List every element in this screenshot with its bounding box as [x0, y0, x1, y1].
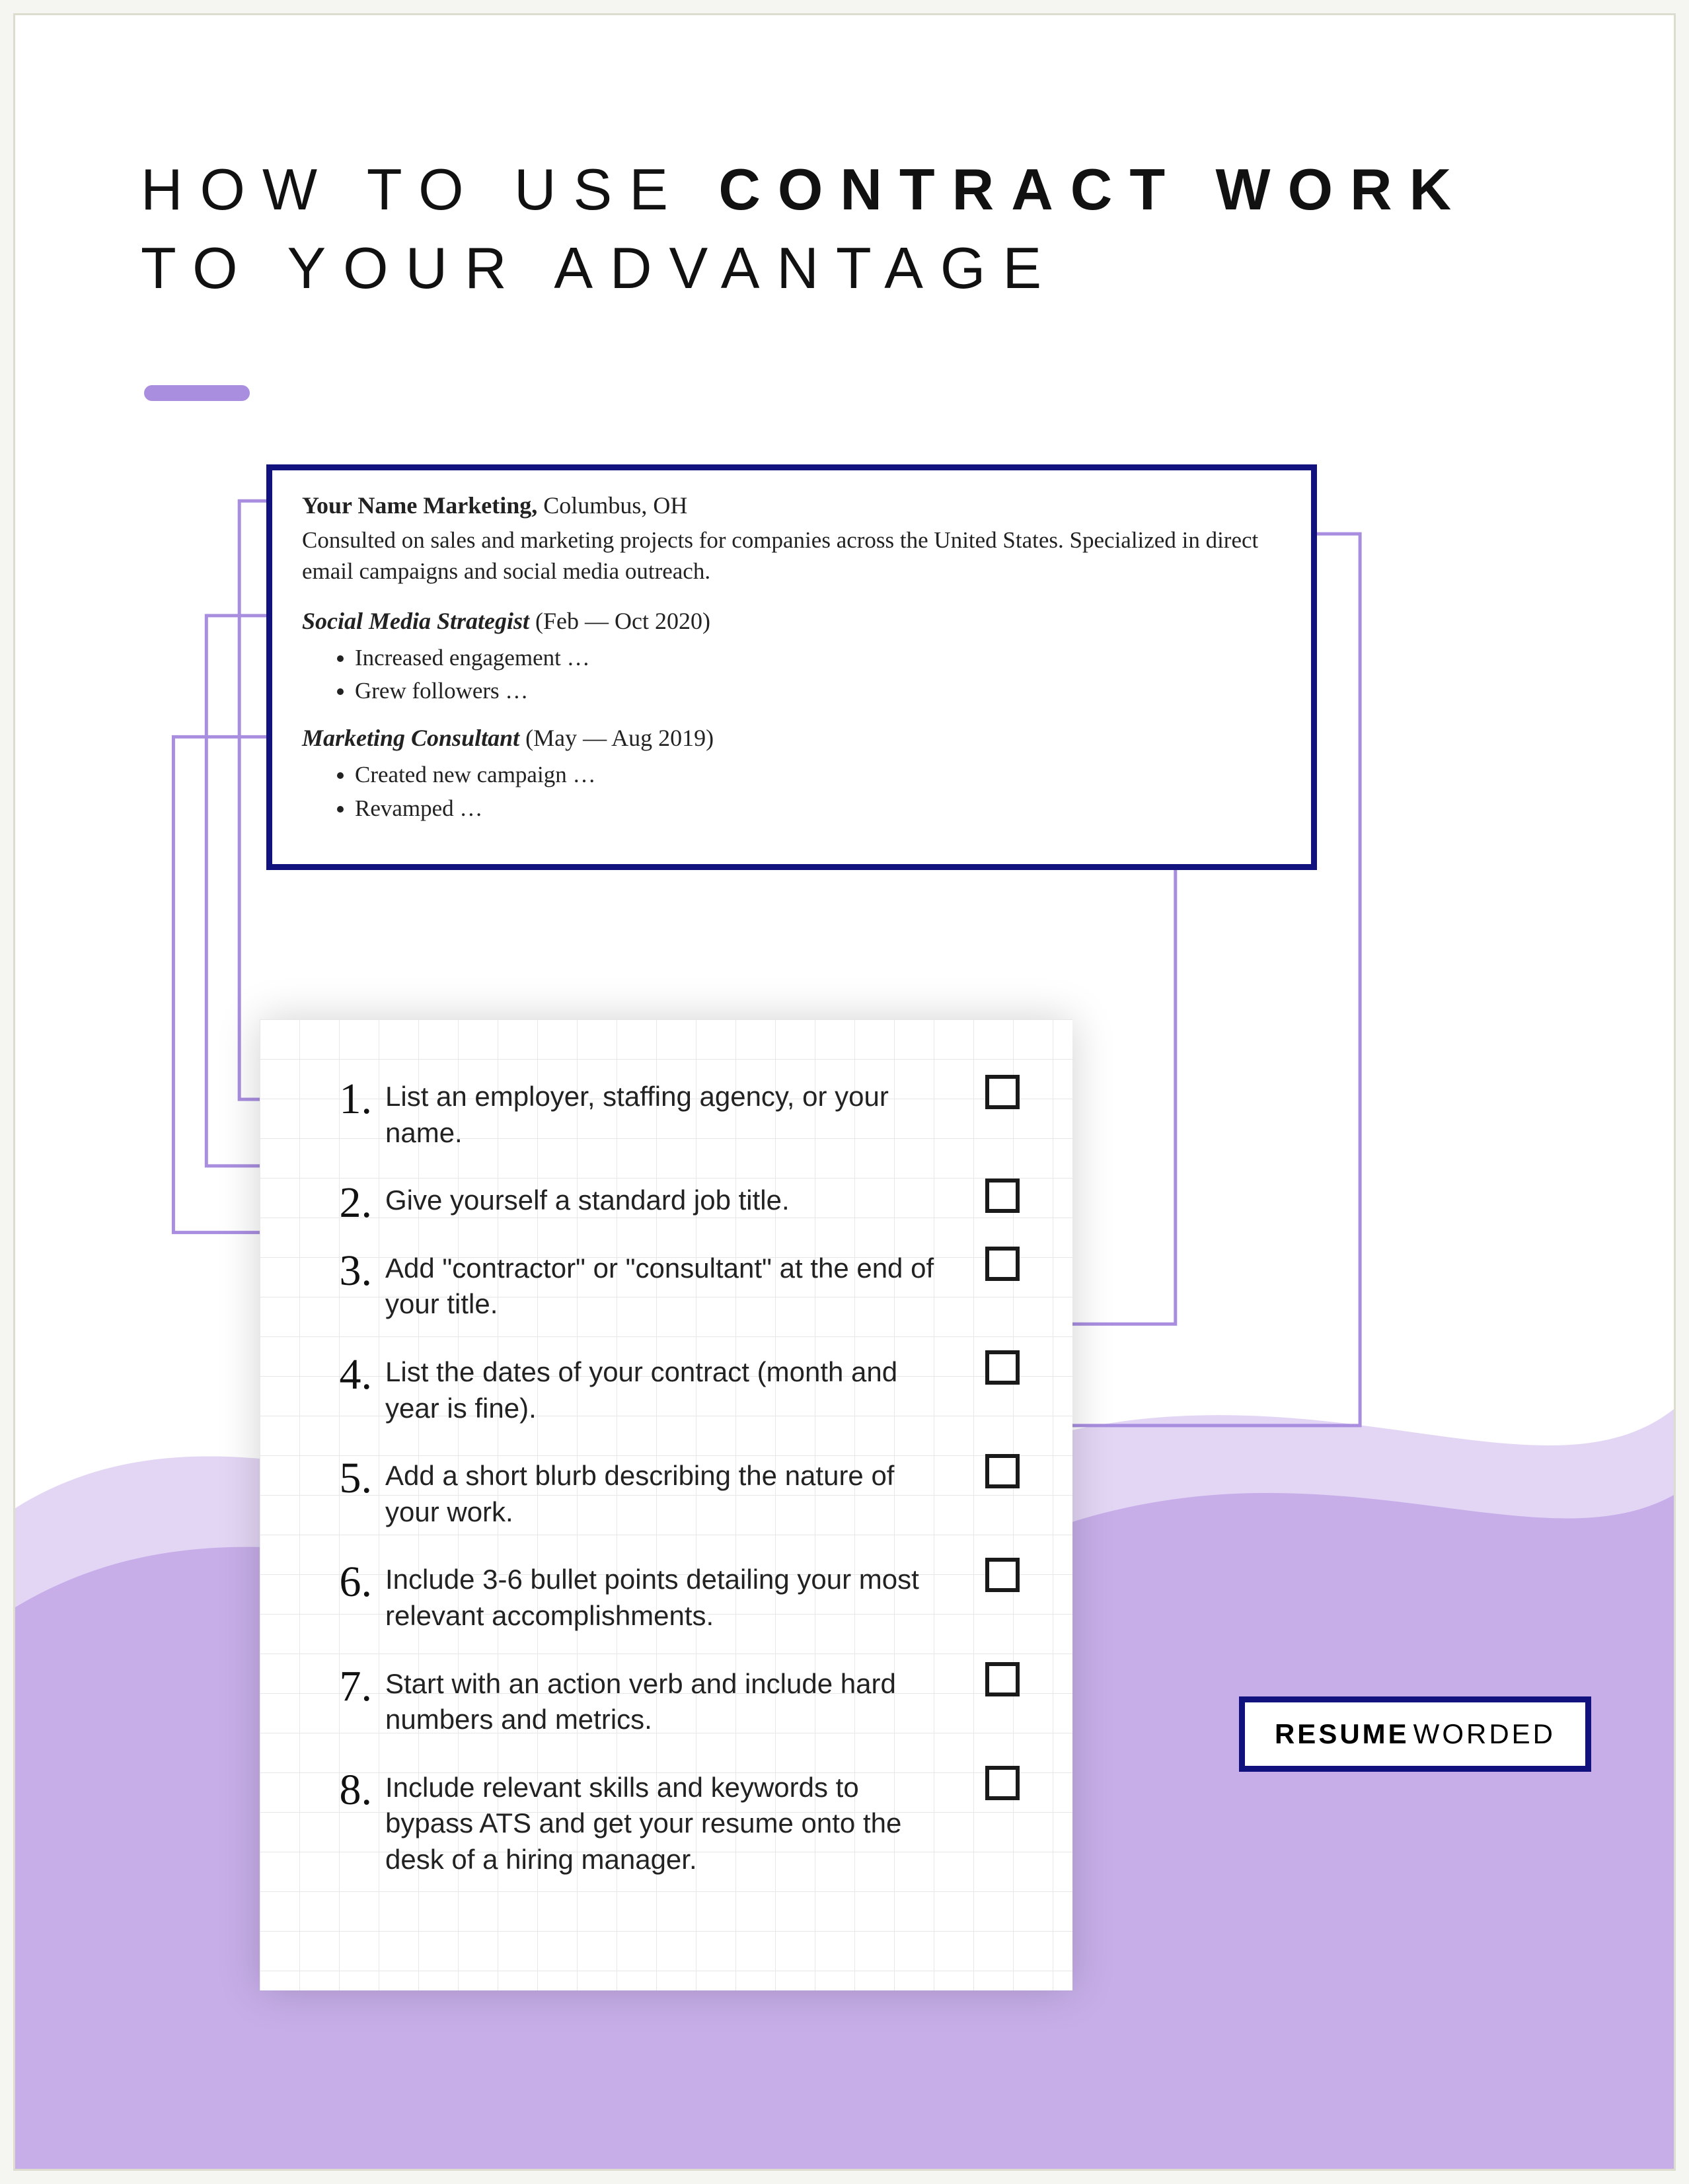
checklist-text-4: List the dates of your contract (month a… — [385, 1356, 897, 1424]
checkbox-8[interactable] — [985, 1766, 1020, 1800]
resume-role-1: Social Media Strategist (Feb — Oct 2020) — [302, 607, 1281, 635]
checklist: 1. List an employer, staffing agency, or… — [306, 1079, 1020, 1878]
checklist-num-7: 7. — [306, 1658, 372, 1715]
resume-company-line: Your Name Marketing, Columbus, OH — [302, 491, 1281, 519]
checklist-text-1: List an employer, staffing agency, or yo… — [385, 1081, 889, 1148]
checklist-num-2: 2. — [306, 1175, 372, 1231]
checklist-item-2: 2. Give yourself a standard job title. — [306, 1183, 1020, 1219]
checklist-num-4: 4. — [306, 1346, 372, 1403]
resume-role2-b2: Revamped … — [355, 792, 1281, 826]
resume-role2-dates: (May — Aug 2019) — [519, 725, 714, 751]
brand-word-2: WORDED — [1413, 1718, 1556, 1749]
checkbox-6[interactable] — [985, 1558, 1020, 1592]
checklist-text-3: Add "contractor" or "consultant" at the … — [385, 1253, 934, 1320]
resume-role1-dates: (Feb — Oct 2020) — [529, 608, 710, 634]
checkbox-5[interactable] — [985, 1454, 1020, 1488]
checklist-item-3: 3. Add "contractor" or "consultant" at t… — [306, 1251, 1020, 1323]
checklist-text-8: Include relevant skills and keywords to … — [385, 1772, 901, 1875]
checklist-text-2: Give yourself a standard job title. — [385, 1184, 790, 1216]
resume-company-loc: Columbus, OH — [537, 492, 687, 519]
resume-blurb: Consulted on sales and marketing project… — [302, 525, 1281, 587]
checklist-text-5: Add a short blurb describing the nature … — [385, 1460, 894, 1527]
title-post: TO YOUR ADVANTAGE — [141, 235, 1059, 301]
page-title: HOW TO USE CONTRACT WORK TO YOUR ADVANTA… — [141, 151, 1528, 308]
checklist-item-5: 5. Add a short blurb describing the natu… — [306, 1458, 1020, 1530]
resume-role2-b1: Created new campaign … — [355, 758, 1281, 792]
resume-example-box: Your Name Marketing, Columbus, OH Consul… — [266, 464, 1317, 870]
resume-role2-bullets: Created new campaign … Revamped … — [355, 758, 1281, 826]
checklist-card: 1. List an employer, staffing agency, or… — [260, 1019, 1072, 1990]
checklist-num-3: 3. — [306, 1243, 372, 1299]
page: HOW TO USE CONTRACT WORK TO YOUR ADVANTA… — [13, 13, 1676, 2171]
checklist-item-4: 4. List the dates of your contract (mont… — [306, 1354, 1020, 1426]
brand-word-1: RESUME — [1275, 1718, 1409, 1749]
checkbox-3[interactable] — [985, 1247, 1020, 1281]
brand-badge: RESUMEWORDED — [1239, 1696, 1591, 1772]
resume-role1-b1: Increased engagement … — [355, 641, 1281, 675]
checklist-item-6: 6. Include 3-6 bullet points detailing y… — [306, 1562, 1020, 1634]
checkbox-1[interactable] — [985, 1075, 1020, 1109]
checklist-text-7: Start with an action verb and include ha… — [385, 1668, 896, 1735]
checklist-num-5: 5. — [306, 1450, 372, 1507]
resume-role2-title: Marketing Consultant — [302, 725, 519, 751]
checkbox-4[interactable] — [985, 1350, 1020, 1385]
checklist-num-8: 8. — [306, 1762, 372, 1819]
resume-role1-b2: Grew followers … — [355, 674, 1281, 708]
checklist-text-6: Include 3-6 bullet points detailing your… — [385, 1564, 919, 1631]
title-pre: HOW TO USE — [141, 157, 718, 222]
checklist-num-6: 6. — [306, 1554, 372, 1611]
accent-bar — [144, 385, 250, 401]
resume-role-2: Marketing Consultant (May — Aug 2019) — [302, 724, 1281, 752]
resume-company-name: Your Name Marketing, — [302, 492, 537, 519]
checkbox-2[interactable] — [985, 1179, 1020, 1213]
checklist-item-8: 8. Include relevant skills and keywords … — [306, 1770, 1020, 1878]
resume-role1-bullets: Increased engagement … Grew followers … — [355, 641, 1281, 709]
checklist-num-1: 1. — [306, 1071, 372, 1128]
resume-role1-title: Social Media Strategist — [302, 608, 529, 634]
title-bold: CONTRACT WORK — [718, 157, 1468, 222]
checklist-item-7: 7. Start with an action verb and include… — [306, 1666, 1020, 1738]
checkbox-7[interactable] — [985, 1662, 1020, 1696]
checklist-item-1: 1. List an employer, staffing agency, or… — [306, 1079, 1020, 1151]
